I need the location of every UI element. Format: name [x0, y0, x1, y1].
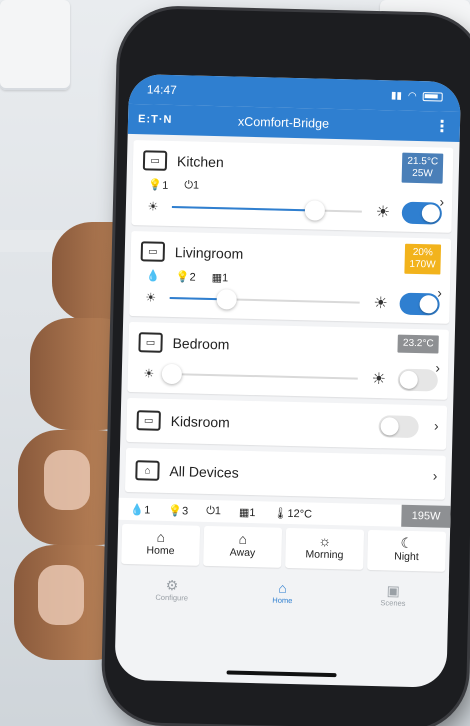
eaton-logo: E:T·N	[137, 113, 173, 126]
bulb-icon: 💡2	[175, 271, 196, 284]
chevron-right-icon[interactable]: ›	[434, 417, 439, 433]
gear-icon: ⚙	[165, 576, 179, 594]
chevron-right-icon[interactable]: ›	[433, 467, 438, 483]
drop-icon: 💧	[146, 270, 161, 283]
scenes-icon: ▣	[386, 582, 401, 599]
status-icons: ▮▮ ◠	[391, 90, 443, 102]
finger-nail	[44, 450, 90, 510]
house-away-icon: ⌂	[238, 530, 248, 547]
all-devices-row[interactable]: ⌂ All Devices ›	[124, 447, 446, 500]
power-count: 1	[192, 179, 200, 192]
room-toggle[interactable]	[401, 201, 443, 225]
room-name: Kidsroom	[170, 413, 231, 431]
bulb-count: 3	[181, 504, 189, 517]
shutter-icon: ▦1	[211, 271, 229, 285]
scene-morning-button[interactable]: ☼ Morning	[285, 527, 365, 570]
room-name: All Devices	[169, 463, 239, 481]
house-icon: ⌂	[156, 528, 166, 545]
kebab-menu-icon[interactable]: ⋮	[434, 116, 450, 136]
shutter-count: 1	[221, 272, 229, 285]
drop-icon: 💧1	[130, 503, 151, 517]
home-icon: ⌂	[278, 579, 288, 596]
dimmer-slider[interactable]	[169, 289, 360, 310]
dimmer-slider[interactable]	[161, 363, 358, 385]
wall-socket-left	[0, 0, 70, 90]
tab-label: Home	[272, 595, 293, 606]
shutter-count: 1	[249, 506, 256, 519]
bulb-icon: 💡3	[168, 504, 189, 517]
scene-home-button[interactable]: ⌂ Home	[121, 523, 201, 566]
app-screen: 14:47 ▮▮ ◠ E:T·N xComfort-Bridge ⋮ ▭ Kit…	[114, 73, 462, 688]
chevron-right-icon[interactable]: ›	[435, 359, 440, 375]
scene-label: Morning	[305, 548, 344, 562]
status-badge: 21.5°C 25W	[401, 152, 444, 184]
scene-away-button[interactable]: ⌂ Away	[203, 525, 283, 568]
bulb-count: 1	[161, 179, 169, 192]
room-name: Livingroom	[174, 244, 244, 262]
thermometer-icon: 🌡12°C	[273, 507, 313, 521]
house-outline-icon: ⌂	[135, 460, 160, 481]
power-icon: ⏻1	[184, 179, 200, 192]
tab-label: Configure	[155, 592, 189, 603]
kitchen-icon: ▭	[142, 150, 168, 171]
room-card-kidsroom[interactable]: ▭ Kidsroom ›	[126, 397, 448, 450]
moon-icon: ☾	[400, 534, 414, 551]
power-icon: ⏻1	[206, 504, 222, 517]
temperature-value: 12°C	[287, 507, 313, 521]
bulb-count: 2	[189, 271, 196, 284]
badge-line: 21.5°C	[407, 155, 439, 168]
room-card-kitchen[interactable]: ▭ Kitchen 21.5°C 25W › 💡1 ⏻1 ☀ ☀	[131, 140, 454, 233]
badge-line: 170W	[409, 258, 436, 271]
room-name: Bedroom	[172, 335, 230, 353]
badge-line: 23.2°C	[402, 337, 434, 350]
bulb-icon: 💡1	[148, 179, 169, 192]
signal-icon: ▮▮	[390, 89, 403, 102]
room-toggle[interactable]	[397, 368, 439, 392]
room-name: Kitchen	[176, 153, 224, 171]
finger-nail	[38, 565, 84, 625]
status-time: 14:47	[146, 82, 177, 98]
sun-bright-icon: ☀	[371, 370, 387, 389]
scene-buttons: ⌂ Home ⌂ Away ☼ Morning ☾ Night	[121, 523, 447, 572]
bottom-tab-bar: ⚙ Configure ⌂ Home ▣ Scenes	[116, 569, 449, 618]
power-count: 1	[214, 504, 222, 517]
battery-icon	[422, 91, 443, 102]
tab-scenes[interactable]: ▣ Scenes	[337, 575, 449, 618]
phone: 14:47 ▮▮ ◠ E:T·N xComfort-Bridge ⋮ ▭ Kit…	[103, 7, 470, 726]
badge-line: 25W	[412, 167, 433, 180]
badge-line: 20%	[412, 246, 433, 259]
sun-bright-icon: ☀	[375, 203, 391, 222]
sunrise-icon: ☼	[318, 532, 332, 549]
sun-bright-icon: ☀	[373, 294, 389, 313]
sofa-icon: ▭	[140, 241, 166, 262]
scene-label: Home	[146, 544, 175, 558]
kidsroom-icon: ▭	[136, 410, 161, 431]
scene-label: Away	[229, 546, 256, 560]
room-card-bedroom[interactable]: ▭ Bedroom 23.2°C › ☀ ☀	[127, 321, 450, 400]
sun-dim-icon: ☀	[143, 366, 155, 381]
status-badge: 23.2°C	[397, 334, 439, 354]
shutter-icon: ▦1	[238, 506, 256, 519]
dimmer-slider[interactable]	[171, 200, 362, 221]
power-total: 195W	[401, 504, 451, 528]
room-card-livingroom[interactable]: ▭ Livingroom 20% 170W › 💧 💡2 ▦1 ☀ ☀	[129, 231, 452, 324]
home-indicator[interactable]	[226, 670, 337, 678]
tab-configure[interactable]: ⚙ Configure	[116, 570, 228, 613]
sun-dim-icon: ☀	[147, 199, 159, 214]
status-badge: 20% 170W	[404, 243, 442, 275]
sun-dim-icon: ☀	[145, 290, 157, 305]
room-list: ▭ Kitchen 21.5°C 25W › 💡1 ⏻1 ☀ ☀ ▭ Livin…	[116, 134, 460, 618]
tab-home[interactable]: ⌂ Home	[227, 572, 339, 615]
device-summary: 💧1 💡3 ⏻1 ▦1 🌡12°C 195W	[118, 497, 451, 528]
scene-night-button[interactable]: ☾ Night	[367, 529, 447, 572]
tab-label: Scenes	[380, 598, 406, 608]
room-toggle[interactable]	[399, 292, 440, 316]
drop-count: 1	[144, 503, 151, 517]
bed-icon: ▭	[138, 332, 163, 353]
scene-label: Night	[394, 550, 419, 564]
app-title: xComfort-Bridge	[237, 114, 330, 131]
wifi-icon: ◠	[407, 90, 417, 102]
room-toggle[interactable]	[378, 415, 419, 439]
